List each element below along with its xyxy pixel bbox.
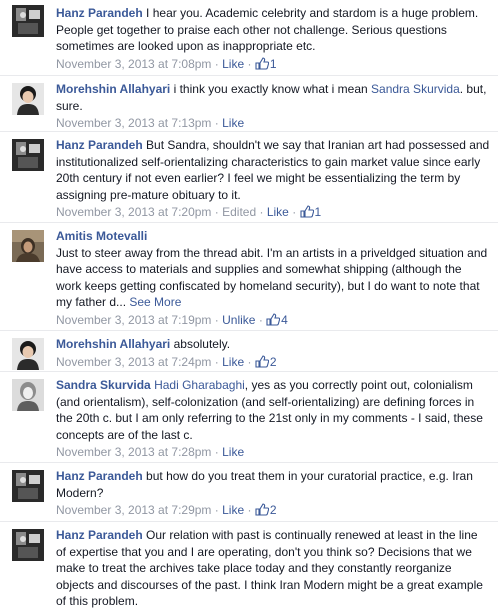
comment: Hanz Parandeh Our relation with past is … — [0, 521, 498, 609]
thumbs-up-icon — [299, 205, 314, 222]
comment-author[interactable]: Morehshin Allahyari — [56, 82, 170, 96]
comment-author[interactable]: Amitis Motevalli — [56, 228, 490, 245]
like-count-value: 1 — [314, 205, 322, 219]
comment-author[interactable]: Hanz Parandeh — [56, 528, 143, 542]
comment: Hanz Parandeh but how do you treat them … — [0, 462, 498, 521]
comment-body: Morehshin Allahyari i think you exactly … — [56, 81, 490, 131]
comment-meta: November 3, 2013 at 7:24pm · Like · 2 — [56, 354, 490, 372]
like-button[interactable]: Like — [222, 355, 244, 369]
thumbs-up-icon — [255, 503, 270, 520]
mention-link[interactable]: Sandra Skurvida — [371, 82, 460, 96]
like-count-value: 2 — [269, 503, 277, 517]
like-count-value: 2 — [269, 354, 277, 369]
comment-meta: November 3, 2013 at 7:29pm · Like · 2 — [56, 502, 490, 520]
like-count[interactable]: 1 — [299, 205, 322, 222]
like-count[interactable]: 1 — [255, 57, 277, 71]
like-count[interactable]: 4 — [266, 313, 288, 327]
morehshin-avatar[interactable] — [12, 83, 44, 115]
morehshin-avatar[interactable] — [12, 338, 44, 370]
comment: Sandra Skurvida Hadi Gharabaghi, yes as … — [0, 371, 498, 462]
thumbs-up-icon — [255, 354, 270, 372]
comment-author[interactable]: Hanz Parandeh — [56, 138, 143, 152]
edited-label[interactable]: Edited — [222, 205, 256, 219]
comment-timestamp[interactable]: November 3, 2013 at 7:19pm — [56, 313, 211, 327]
comment-text: absolutely. — [173, 337, 231, 351]
comment: Hanz Parandeh I hear you. Academic celeb… — [0, 0, 498, 74]
hanz-avatar[interactable] — [12, 529, 44, 561]
comment-timestamp[interactable]: November 3, 2013 at 7:20pm — [56, 205, 211, 219]
comment-meta: November 3, 2013 at 7:28pm · Like — [56, 445, 245, 459]
like-button[interactable]: Like — [222, 116, 244, 130]
hanz-avatar[interactable] — [12, 470, 44, 502]
comment: Morehshin Allahyari absolutely. November… — [0, 330, 498, 371]
like-count-value: 4 — [281, 312, 288, 327]
comment-body: Hanz Parandeh I hear you. Academic celeb… — [56, 5, 490, 74]
comment-meta: November 3, 2013 at 7:19pm · Unlike · 4 — [56, 312, 490, 330]
hanz-avatar[interactable] — [12, 139, 44, 171]
sandra-avatar[interactable] — [12, 379, 44, 411]
comment-timestamp[interactable]: November 3, 2013 at 7:13pm — [56, 116, 211, 130]
comment-body: Hanz Parandeh but how do you treat them … — [56, 468, 490, 520]
comment-body: Amitis Motevalli Just to steer away from… — [56, 228, 490, 330]
comment-thread: Hanz Parandeh I hear you. Academic celeb… — [0, 0, 498, 608]
comment-meta: November 3, 2013 at 7:08pm · Like · 1 — [56, 56, 490, 74]
like-count[interactable]: 2 — [255, 355, 277, 369]
comment-body: Sandra Skurvida Hadi Gharabaghi, yes as … — [56, 377, 490, 460]
comment-text: i think you exactly know what i mean — [173, 82, 368, 96]
comment: Hanz Parandeh But Sandra, shouldn't we s… — [0, 131, 498, 222]
comment-timestamp[interactable]: November 3, 2013 at 7:29pm — [56, 503, 211, 517]
like-count-value: 1 — [269, 56, 277, 71]
comment-body: Hanz Parandeh Our relation with past is … — [56, 527, 490, 610]
comment-timestamp[interactable]: November 3, 2013 at 7:08pm — [56, 57, 211, 71]
comment-text: Just to steer away from the thread abit.… — [56, 245, 488, 310]
comment: Morehshin Allahyari i think you exactly … — [0, 75, 498, 131]
comment-meta: November 3, 2013 at 7:13pm · Like — [56, 116, 245, 130]
like-button[interactable]: Like — [222, 445, 244, 459]
comment: Amitis Motevalli Just to steer away from… — [0, 222, 498, 330]
amitis-avatar[interactable] — [12, 230, 44, 262]
comment-author[interactable]: Morehshin Allahyari — [56, 337, 170, 351]
see-more-link[interactable]: See More — [129, 295, 181, 309]
comment-author[interactable]: Hanz Parandeh — [56, 6, 143, 20]
like-button[interactable]: Like — [267, 205, 289, 219]
comment-timestamp[interactable]: November 3, 2013 at 7:28pm — [56, 445, 211, 459]
like-button[interactable]: Like — [222, 503, 244, 517]
comment-author[interactable]: Hanz Parandeh — [56, 469, 143, 483]
comment-author[interactable]: Sandra Skurvida — [56, 378, 151, 392]
thumbs-up-icon — [255, 56, 270, 74]
comment-body: Morehshin Allahyari absolutely. November… — [56, 336, 490, 372]
thumbs-up-icon — [266, 312, 281, 330]
hanz-avatar[interactable] — [12, 5, 44, 37]
comment-meta: November 3, 2013 at 7:20pm · Edited · Li… — [56, 204, 490, 222]
comment-timestamp[interactable]: November 3, 2013 at 7:24pm — [56, 355, 211, 369]
like-button[interactable]: Like — [222, 57, 244, 71]
comment-body: Hanz Parandeh But Sandra, shouldn't we s… — [56, 137, 490, 222]
mention-link[interactable]: Hadi Gharabaghi — [154, 378, 245, 392]
unlike-button[interactable]: Unlike — [222, 313, 255, 327]
like-count[interactable]: 2 — [255, 503, 277, 517]
